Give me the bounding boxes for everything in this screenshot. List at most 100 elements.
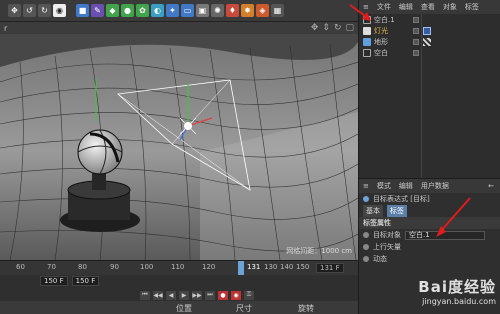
pen-icon[interactable]: ✎ — [91, 4, 104, 17]
material-tag-icon[interactable] — [423, 37, 431, 46]
attribute-title: 目标表达式 [目标] — [373, 195, 430, 203]
object-label: 地形 — [374, 37, 388, 46]
ruler-tick: 131 — [247, 263, 261, 271]
tab-tag[interactable]: 标签 — [387, 205, 407, 217]
menu-icon[interactable]: ≡ — [363, 182, 369, 190]
ruler-tick: 90 — [110, 263, 119, 271]
key-icon[interactable]: ⚿ — [244, 290, 254, 300]
menu-item-object[interactable]: 对象 — [443, 2, 457, 12]
object-row[interactable]: 地形 — [359, 36, 500, 47]
timeline-ruler[interactable]: 60 70 80 90 100 110 120 131 130 140 150 … — [0, 261, 358, 275]
deformer-icon[interactable]: ◆ — [106, 4, 119, 17]
object-manager-menu: ≡ 文件 编辑 查看 对象 标签 — [359, 0, 500, 14]
undo-icon[interactable]: ↺ — [23, 4, 36, 17]
target-tag-icon[interactable] — [423, 26, 431, 35]
nurbs-icon[interactable]: ✿ — [136, 4, 149, 17]
redo-icon[interactable]: ↻ — [38, 4, 51, 17]
script-icon[interactable]: ◈ — [256, 4, 269, 17]
animate-dot[interactable] — [363, 244, 369, 250]
mograph-icon[interactable]: ◐ — [151, 4, 164, 17]
dynamics-label: 动态 — [373, 255, 387, 263]
auto-key-icon[interactable]: ◉ — [231, 290, 241, 300]
start-frame-field[interactable]: 150 F — [40, 276, 68, 286]
ruler-tick: 120 — [202, 263, 216, 271]
menu-item-edit[interactable]: 编辑 — [399, 2, 413, 12]
play-icon[interactable]: ▶ — [179, 290, 189, 300]
sculpt-icon[interactable]: ✸ — [241, 4, 254, 17]
layout-icon[interactable]: ▦ — [271, 4, 284, 17]
viewport-header: r ✥ ⇕ ↻ ▢ — [0, 22, 358, 34]
next-key-icon[interactable]: ▶▶ — [192, 290, 202, 300]
menu-item-file[interactable]: 文件 — [377, 2, 391, 12]
object-manager: ≡ 文件 编辑 查看 对象 标签 空白.1 灯光 地形 空白 — [358, 0, 500, 178]
menu-item-mode[interactable]: 模式 — [377, 181, 391, 191]
render-icon[interactable]: ◉ — [53, 4, 66, 17]
menu-item-view[interactable]: 查看 — [421, 2, 435, 12]
menu-item-edit[interactable]: 编辑 — [399, 181, 413, 191]
cube-icon[interactable]: ■ — [76, 4, 89, 17]
null-icon — [363, 15, 371, 24]
light-icon[interactable]: ✺ — [211, 4, 224, 17]
rotation-label: 旋转 — [298, 304, 314, 313]
record-icon[interactable]: ● — [218, 290, 228, 300]
dynamics-row: 动态 — [359, 253, 500, 265]
viewport-corner-label: r — [4, 23, 8, 33]
visibility-dot[interactable] — [413, 16, 419, 23]
ruler-tick: 150 — [296, 263, 310, 271]
tag-icon[interactable]: ♦ — [226, 4, 239, 17]
object-label: 空白.1 — [374, 15, 395, 24]
menu-item-tags[interactable]: 标签 — [465, 2, 479, 12]
play-back-icon[interactable]: ◀ — [166, 290, 176, 300]
visibility-dot[interactable] — [413, 38, 419, 45]
camera-icon[interactable]: ▣ — [196, 4, 209, 17]
rotate-icon[interactable]: ↻ — [334, 23, 342, 33]
position-label: 位置 — [176, 304, 192, 313]
3d-viewport[interactable]: r ✥ ⇕ ↻ ▢ 网格间距：1000 cm — [0, 22, 358, 260]
maximize-icon[interactable]: ▢ — [345, 23, 354, 33]
frame-range: 150 F 150 F — [0, 275, 358, 287]
viewport-scene — [0, 22, 358, 260]
main-toolbar: ✥ ↺ ↻ ◉ ■ ✎ ◆ ● ✿ ◐ ✦ ▭ ▣ ✺ ♦ ✸ ◈ ▦ — [0, 0, 358, 22]
object-label: 灯光 — [374, 26, 388, 35]
object-row[interactable]: 空白 — [359, 47, 500, 58]
hair-icon[interactable]: ✦ — [166, 4, 179, 17]
ruler-tick: 110 — [171, 263, 185, 271]
object-row[interactable]: 灯光 — [359, 25, 500, 36]
tag-type-icon — [363, 196, 369, 202]
visibility-dot[interactable] — [413, 49, 419, 56]
end-frame-field[interactable]: 150 F — [71, 276, 100, 286]
animate-dot[interactable] — [363, 232, 369, 238]
back-arrow-icon[interactable]: ← — [488, 182, 494, 190]
tab-basic[interactable]: 基本 — [363, 205, 383, 217]
zoom-icon[interactable]: ⇕ — [322, 23, 330, 33]
ruler-tick: 100 — [140, 263, 154, 271]
object-label: 空白 — [374, 48, 388, 57]
watermark: Bai度经验 jingyan.baidu.com — [366, 276, 496, 310]
object-row[interactable]: 空白.1 — [359, 14, 500, 25]
target-object-field[interactable]: 空白.1 — [405, 230, 485, 240]
ruler-tick: 80 — [78, 263, 87, 271]
move-icon[interactable]: ✥ — [8, 4, 21, 17]
prev-key-icon[interactable]: ◀◀ — [153, 290, 163, 300]
generator-icon[interactable]: ● — [121, 4, 134, 17]
go-end-icon[interactable]: ⏭ — [205, 290, 215, 300]
playhead[interactable] — [238, 261, 244, 275]
menu-item-user-data[interactable]: 用户数据 — [421, 181, 449, 191]
watermark-logo: Bai度经验 — [418, 278, 496, 296]
ruler-tick: 130 — [264, 263, 278, 271]
light-object-icon — [363, 26, 371, 35]
pan-icon[interactable]: ✥ — [311, 23, 319, 33]
timeline-panel: 60 70 80 90 100 110 120 131 130 140 150 … — [0, 260, 358, 314]
visibility-dot[interactable] — [413, 27, 419, 34]
go-start-icon[interactable]: ⏮ — [140, 290, 150, 300]
animate-dot[interactable] — [363, 256, 369, 262]
menu-icon[interactable]: ≡ — [363, 3, 369, 11]
watermark-url: jingyan.baidu.com — [422, 297, 496, 306]
attribute-manager-menu: ≡ 模式 编辑 用户数据 ← — [359, 179, 500, 193]
transport-controls: ⏮ ◀◀ ◀ ▶ ▶▶ ⏭ ● ◉ ⚿ — [0, 289, 358, 301]
grid-spacing-info: 网格间距：1000 cm — [286, 247, 352, 255]
current-frame-field[interactable]: 131 F — [316, 263, 344, 273]
viewport-nav: ✥ ⇕ ↻ ▢ — [311, 23, 354, 33]
floor-icon[interactable]: ▭ — [181, 4, 194, 17]
ruler-tick: 60 — [16, 263, 25, 271]
